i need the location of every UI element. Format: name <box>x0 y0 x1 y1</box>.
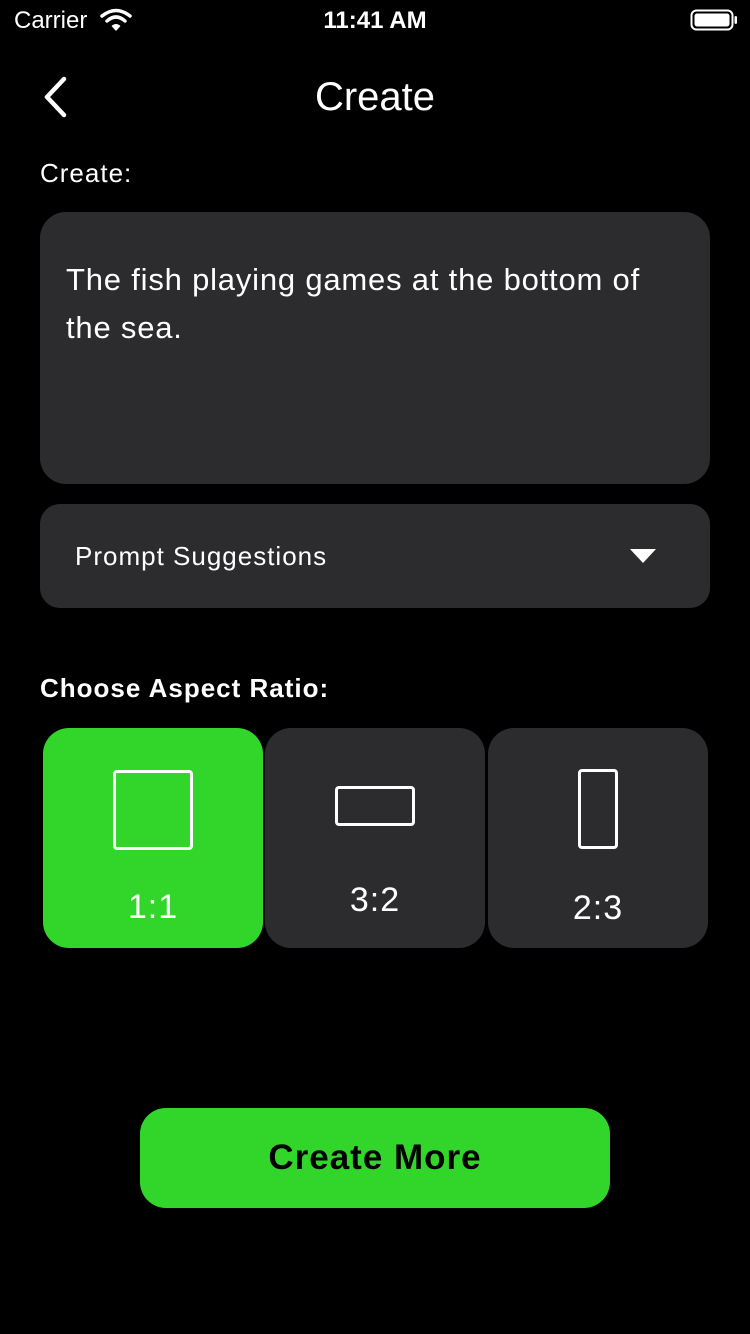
status-time: 11:41 AM <box>323 7 427 34</box>
prompt-suggestions-dropdown[interactable]: Prompt Suggestions <box>40 504 710 608</box>
square-icon <box>113 770 193 850</box>
status-bar: Carrier 11:41 AM <box>0 0 750 40</box>
create-screen: Carrier 11:41 AM Create Create: The fish… <box>0 0 750 1334</box>
prompt-suggestions-label: Prompt Suggestions <box>75 541 328 571</box>
aspect-ratio-option-label: 1:1 <box>127 888 179 926</box>
portrait-rect-icon <box>578 769 618 849</box>
aspect-ratio-option-1-1[interactable]: 1:1 <box>43 728 263 948</box>
aspect-ratio-option-label: 3:2 <box>349 881 401 919</box>
aspect-ratio-label: Choose Aspect Ratio: <box>40 673 330 703</box>
landscape-rect-icon <box>335 786 415 826</box>
prompt-label: Create: <box>40 158 133 188</box>
create-more-button[interactable]: Create More <box>140 1108 610 1208</box>
prompt-input[interactable]: The fish playing games at the bottom of … <box>40 212 710 484</box>
aspect-ratio-option-2-3[interactable]: 2:3 <box>488 728 708 948</box>
caret-down-icon[interactable] <box>630 549 656 563</box>
page-title: Create <box>314 75 436 119</box>
battery-icon <box>690 9 737 31</box>
aspect-ratio-option-3-2[interactable]: 3:2 <box>265 728 485 948</box>
prompt-text[interactable]: The fish playing games at the bottom of … <box>66 256 684 352</box>
aspect-ratio-option-label: 2:3 <box>572 889 624 927</box>
